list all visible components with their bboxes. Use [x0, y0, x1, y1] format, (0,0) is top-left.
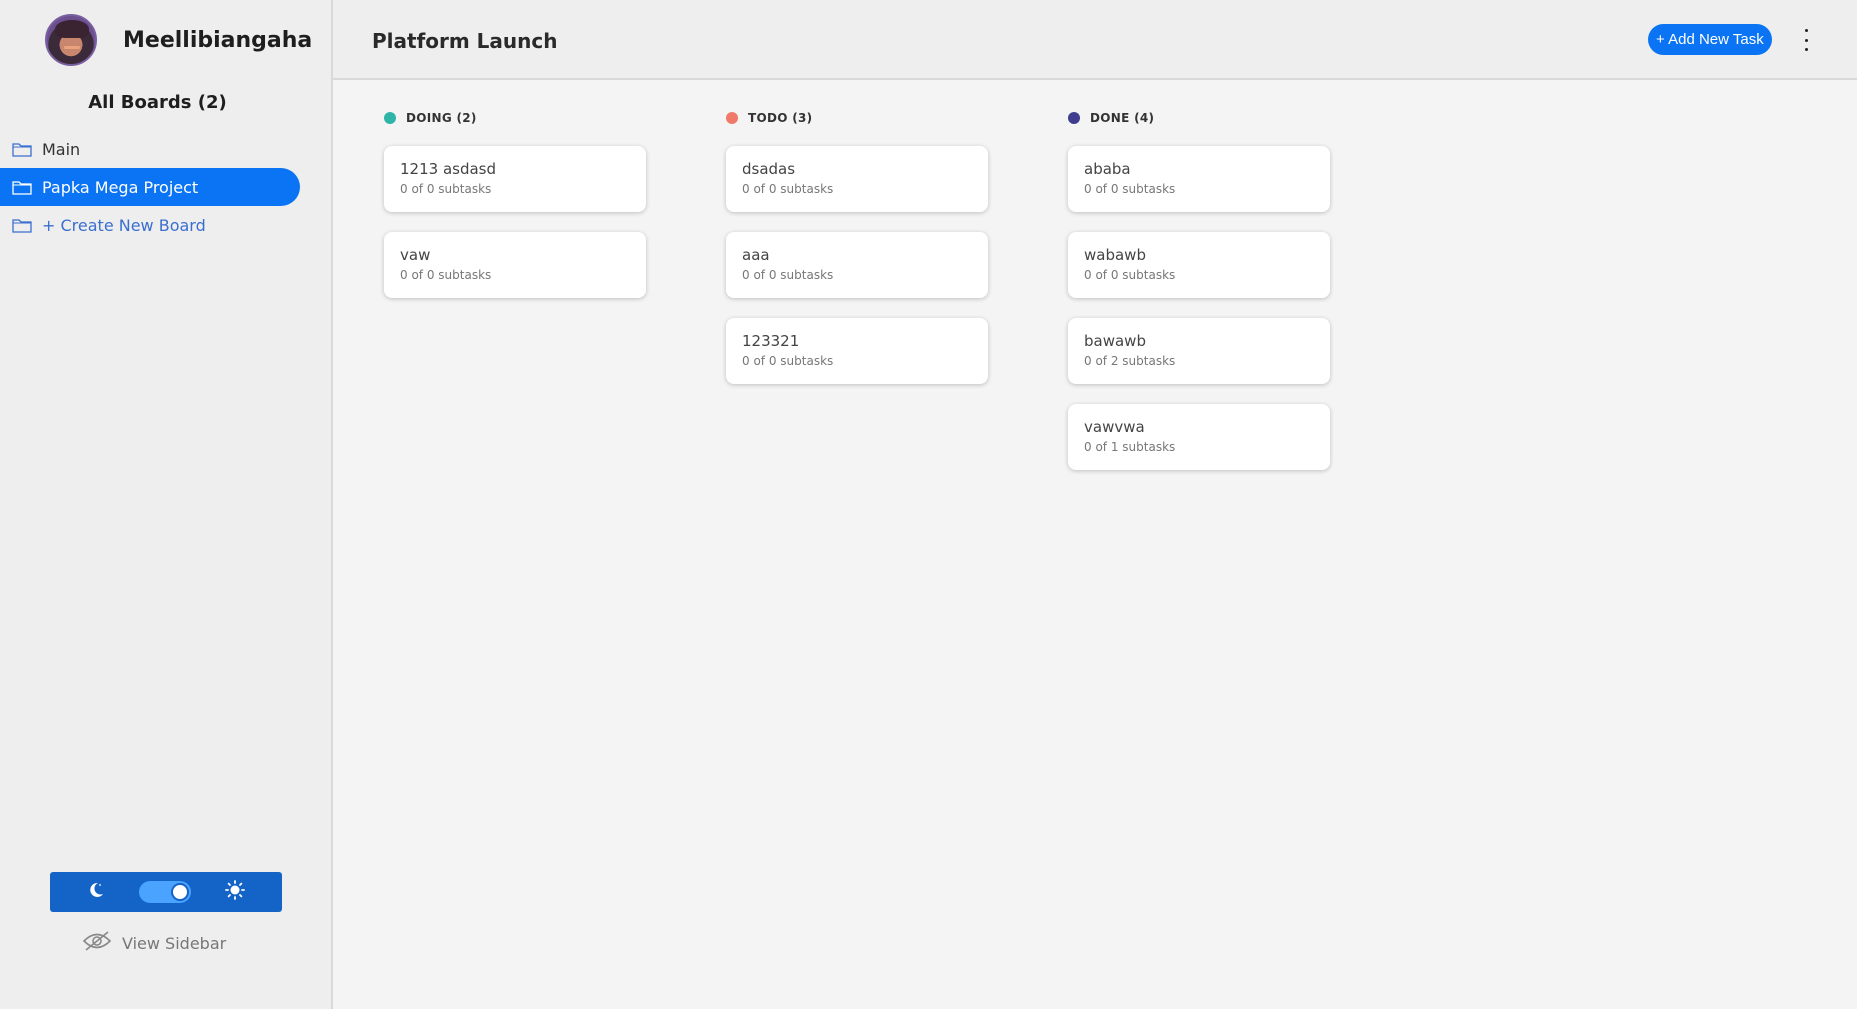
task-subtasks: 0 of 0 subtasks: [400, 268, 492, 282]
column-title: DOING (2): [406, 111, 477, 125]
sidebar-item-papka-mega-project[interactable]: Papka Mega Project: [0, 168, 300, 206]
task-title: vaw: [400, 246, 431, 264]
column-header: DOING (2): [384, 110, 646, 126]
folder-icon: [12, 218, 32, 233]
theme-toggle: [50, 872, 282, 912]
task-title: vawvwa: [1084, 418, 1145, 436]
column-todo: TODO (3) dsadas 0 of 0 subtasks aaa 0 of…: [726, 110, 988, 490]
main-board: Platform Launch + Add New Task DOING (2)…: [333, 0, 1857, 1009]
task-title: bawawb: [1084, 332, 1146, 350]
task-title: 1213 asdasd: [400, 160, 496, 178]
sidebar: Meellibiangaha All Boards (2) Main Papka…: [0, 0, 333, 1009]
column-doing: DOING (2) 1213 asdasd 0 of 0 subtasks va…: [384, 110, 646, 490]
column-header: DONE (4): [1068, 110, 1330, 126]
user-profile: Meellibiangaha: [45, 14, 312, 66]
view-sidebar-button[interactable]: View Sidebar: [82, 930, 226, 956]
status-dot: [384, 112, 396, 124]
task-title: wabawb: [1084, 246, 1146, 264]
task-card[interactable]: ababa 0 of 0 subtasks: [1068, 146, 1330, 212]
task-subtasks: 0 of 0 subtasks: [400, 182, 492, 196]
moon-icon: [87, 881, 105, 903]
eye-slash-icon: [82, 930, 122, 956]
column-title: DONE (4): [1090, 111, 1155, 125]
folder-icon: [12, 142, 32, 157]
avatar[interactable]: [45, 14, 97, 66]
task-card[interactable]: vawvwa 0 of 1 subtasks: [1068, 404, 1330, 470]
task-card[interactable]: aaa 0 of 0 subtasks: [726, 232, 988, 298]
app: Meellibiangaha All Boards (2) Main Papka…: [0, 0, 1857, 1009]
status-dot: [1068, 112, 1080, 124]
task-title: 123321: [742, 332, 800, 350]
create-new-board-button[interactable]: + Create New Board: [0, 206, 300, 244]
sidebar-item-label: Papka Mega Project: [42, 177, 199, 197]
create-new-board-label: + Create New Board: [42, 215, 206, 235]
page-title: Platform Launch: [372, 29, 558, 53]
task-card[interactable]: 1213 asdasd 0 of 0 subtasks: [384, 146, 646, 212]
sidebar-item-main[interactable]: Main: [0, 130, 300, 168]
theme-switch[interactable]: [139, 881, 191, 903]
task-subtasks: 0 of 0 subtasks: [742, 354, 834, 368]
task-title: aaa: [742, 246, 770, 264]
task-subtasks: 0 of 0 subtasks: [1084, 268, 1176, 282]
sidebar-item-label: Main: [42, 139, 81, 159]
username: Meellibiangaha: [123, 27, 313, 53]
view-sidebar-label: View Sidebar: [122, 933, 227, 953]
task-card[interactable]: 123321 0 of 0 subtasks: [726, 318, 988, 384]
task-card[interactable]: vaw 0 of 0 subtasks: [384, 232, 646, 298]
column-done: DONE (4) ababa 0 of 0 subtasks wabawb 0 …: [1068, 110, 1330, 490]
more-options-icon[interactable]: [1801, 29, 1811, 51]
task-title: ababa: [1084, 160, 1131, 178]
task-card[interactable]: wabawb 0 of 0 subtasks: [1068, 232, 1330, 298]
folder-icon: [12, 180, 32, 195]
column-title: TODO (3): [748, 111, 813, 125]
all-boards-title: All Boards (2): [88, 92, 227, 113]
task-subtasks: 0 of 0 subtasks: [1084, 182, 1176, 196]
header: Platform Launch + Add New Task: [333, 0, 1857, 80]
sun-icon: [225, 880, 245, 904]
task-subtasks: 0 of 0 subtasks: [742, 268, 834, 282]
task-subtasks: 0 of 2 subtasks: [1084, 354, 1176, 368]
status-dot: [726, 112, 738, 124]
task-card[interactable]: bawawb 0 of 2 subtasks: [1068, 318, 1330, 384]
task-subtasks: 0 of 1 subtasks: [1084, 440, 1176, 454]
column-header: TODO (3): [726, 110, 988, 126]
task-subtasks: 0 of 0 subtasks: [742, 182, 834, 196]
theme-switch-knob[interactable]: [171, 883, 189, 901]
board-list: Main Papka Mega Project + Create New Boa…: [0, 130, 300, 244]
task-card[interactable]: dsadas 0 of 0 subtasks: [726, 146, 988, 212]
task-title: dsadas: [742, 160, 796, 178]
board-columns: DOING (2) 1213 asdasd 0 of 0 subtasks va…: [384, 110, 1410, 490]
add-new-task-button[interactable]: + Add New Task: [1648, 24, 1772, 55]
